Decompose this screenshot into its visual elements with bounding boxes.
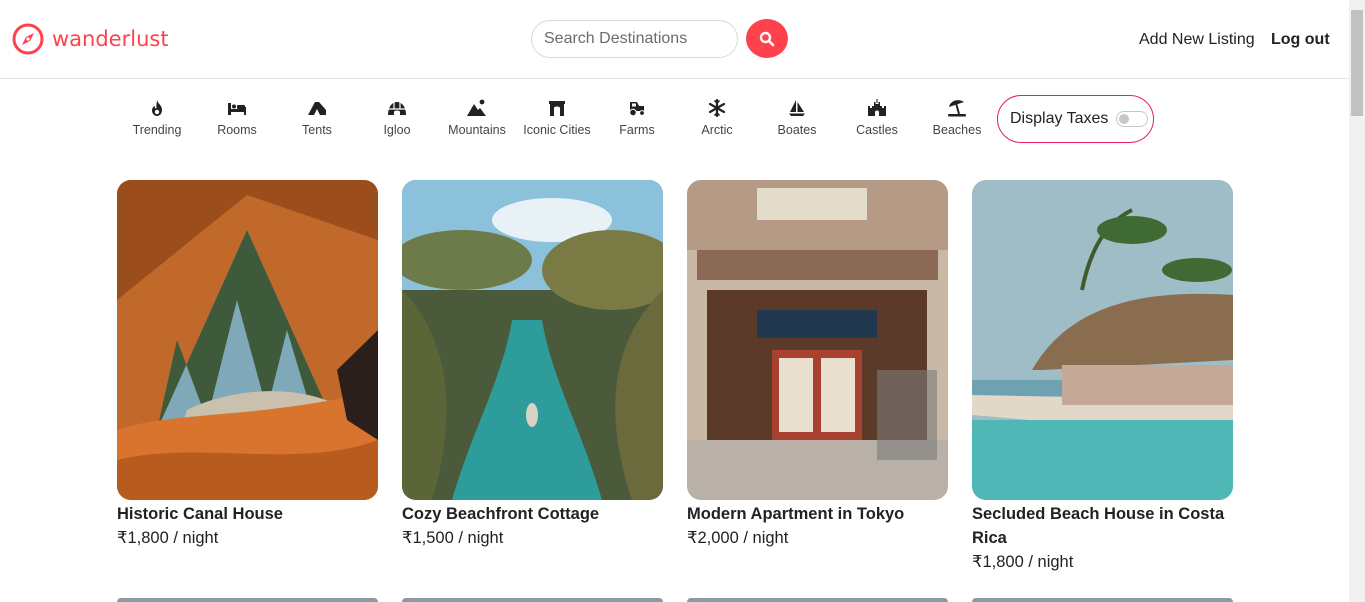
filter-beaches[interactable]: Beaches: [917, 95, 997, 143]
listing-card[interactable]: Cozy Beachfront Cottage ₹1,500 / night: [402, 180, 663, 550]
search-button[interactable]: [746, 19, 788, 58]
brand-name: wanderlust: [52, 27, 169, 51]
filter-label: Beaches: [932, 123, 982, 137]
filter-mountains[interactable]: Mountains: [437, 95, 517, 143]
next-row-card-edge: [972, 598, 1233, 602]
listing-price: ₹1,500 / night: [402, 529, 504, 547]
filter-arctic[interactable]: Arctic: [677, 95, 757, 143]
filter-label: Igloo: [383, 123, 411, 137]
archway-icon: [549, 101, 565, 116]
listing-title[interactable]: Modern Apartment in Tokyo: [687, 502, 948, 526]
filter-label: Arctic: [701, 123, 733, 137]
listing-image-palm-river[interactable]: [402, 180, 663, 500]
tractor-icon: [629, 102, 645, 117]
listing-price: ₹2,000 / night: [687, 529, 789, 547]
filter-label: Rooms: [217, 123, 257, 137]
listing-image-beach-hut[interactable]: [972, 180, 1233, 500]
filter-tents[interactable]: Tents: [277, 95, 357, 143]
umbrella-beach-icon: [948, 100, 966, 117]
tax-switch[interactable]: [1116, 111, 1149, 127]
display-taxes-label: Display Taxes: [1010, 110, 1109, 127]
search-input[interactable]: [531, 20, 738, 58]
listing-card[interactable]: Historic Canal House ₹1,800 / night: [117, 180, 378, 550]
filter-label: Farms: [619, 123, 655, 137]
tent-icon: [308, 102, 326, 115]
filter-label: Tents: [302, 123, 332, 137]
filter-igloo[interactable]: Igloo: [357, 95, 437, 143]
filter-rooms[interactable]: Rooms: [197, 95, 277, 143]
mountain-icon: [467, 99, 486, 116]
next-row-card-edge: [687, 598, 948, 602]
filter-farms[interactable]: Farms: [597, 95, 677, 143]
tax-switch-knob: [1119, 114, 1130, 124]
filter-castles[interactable]: Castles: [837, 95, 917, 143]
filter-label: Iconic Cities: [523, 123, 591, 137]
brand-logo-link[interactable]: wanderlust: [12, 23, 169, 55]
scrollbar-thumb[interactable]: [1351, 10, 1363, 116]
display-taxes-toggle[interactable]: Display Taxes: [997, 95, 1154, 143]
listing-card[interactable]: Modern Apartment in Tokyo ₹2,000 / night: [687, 180, 948, 550]
filter-boates[interactable]: Boates: [757, 95, 837, 143]
search-icon: [759, 31, 775, 46]
next-row-card-edge: [402, 598, 663, 602]
listing-title[interactable]: Secluded Beach House in Costa Rica: [972, 502, 1233, 550]
sailboat-icon: [789, 100, 805, 116]
listing-price: ₹1,800 / night: [972, 553, 1074, 571]
add-new-listing-link[interactable]: Add New Listing: [1139, 30, 1255, 50]
filter-label: Boates: [777, 123, 817, 137]
next-row-card-edge: [117, 598, 378, 602]
listing-image-tokyo-shop[interactable]: [687, 180, 948, 500]
bed-icon: [228, 103, 246, 115]
logout-link[interactable]: Log out: [1271, 30, 1330, 50]
snowflake-icon: [708, 98, 726, 118]
listing-image-tent-view[interactable]: [117, 180, 378, 500]
navbar: wanderlust Add New Listing Log out: [0, 0, 1349, 79]
listing-title[interactable]: Historic Canal House: [117, 502, 378, 526]
filter-iconic-cities[interactable]: Iconic Cities: [517, 95, 597, 143]
castle-icon: [868, 99, 886, 116]
fire-icon: [152, 100, 162, 116]
igloo-icon: [388, 102, 406, 115]
listing-price: ₹1,800 / night: [117, 529, 219, 547]
compass-icon: [12, 23, 44, 55]
filter-label: Trending: [132, 123, 182, 137]
filter-trending[interactable]: Trending: [117, 95, 197, 143]
filter-label: Mountains: [448, 123, 506, 137]
filter-label: Castles: [856, 123, 898, 137]
listing-title[interactable]: Cozy Beachfront Cottage: [402, 502, 663, 526]
listing-card[interactable]: Secluded Beach House in Costa Rica ₹1,80…: [972, 180, 1233, 574]
